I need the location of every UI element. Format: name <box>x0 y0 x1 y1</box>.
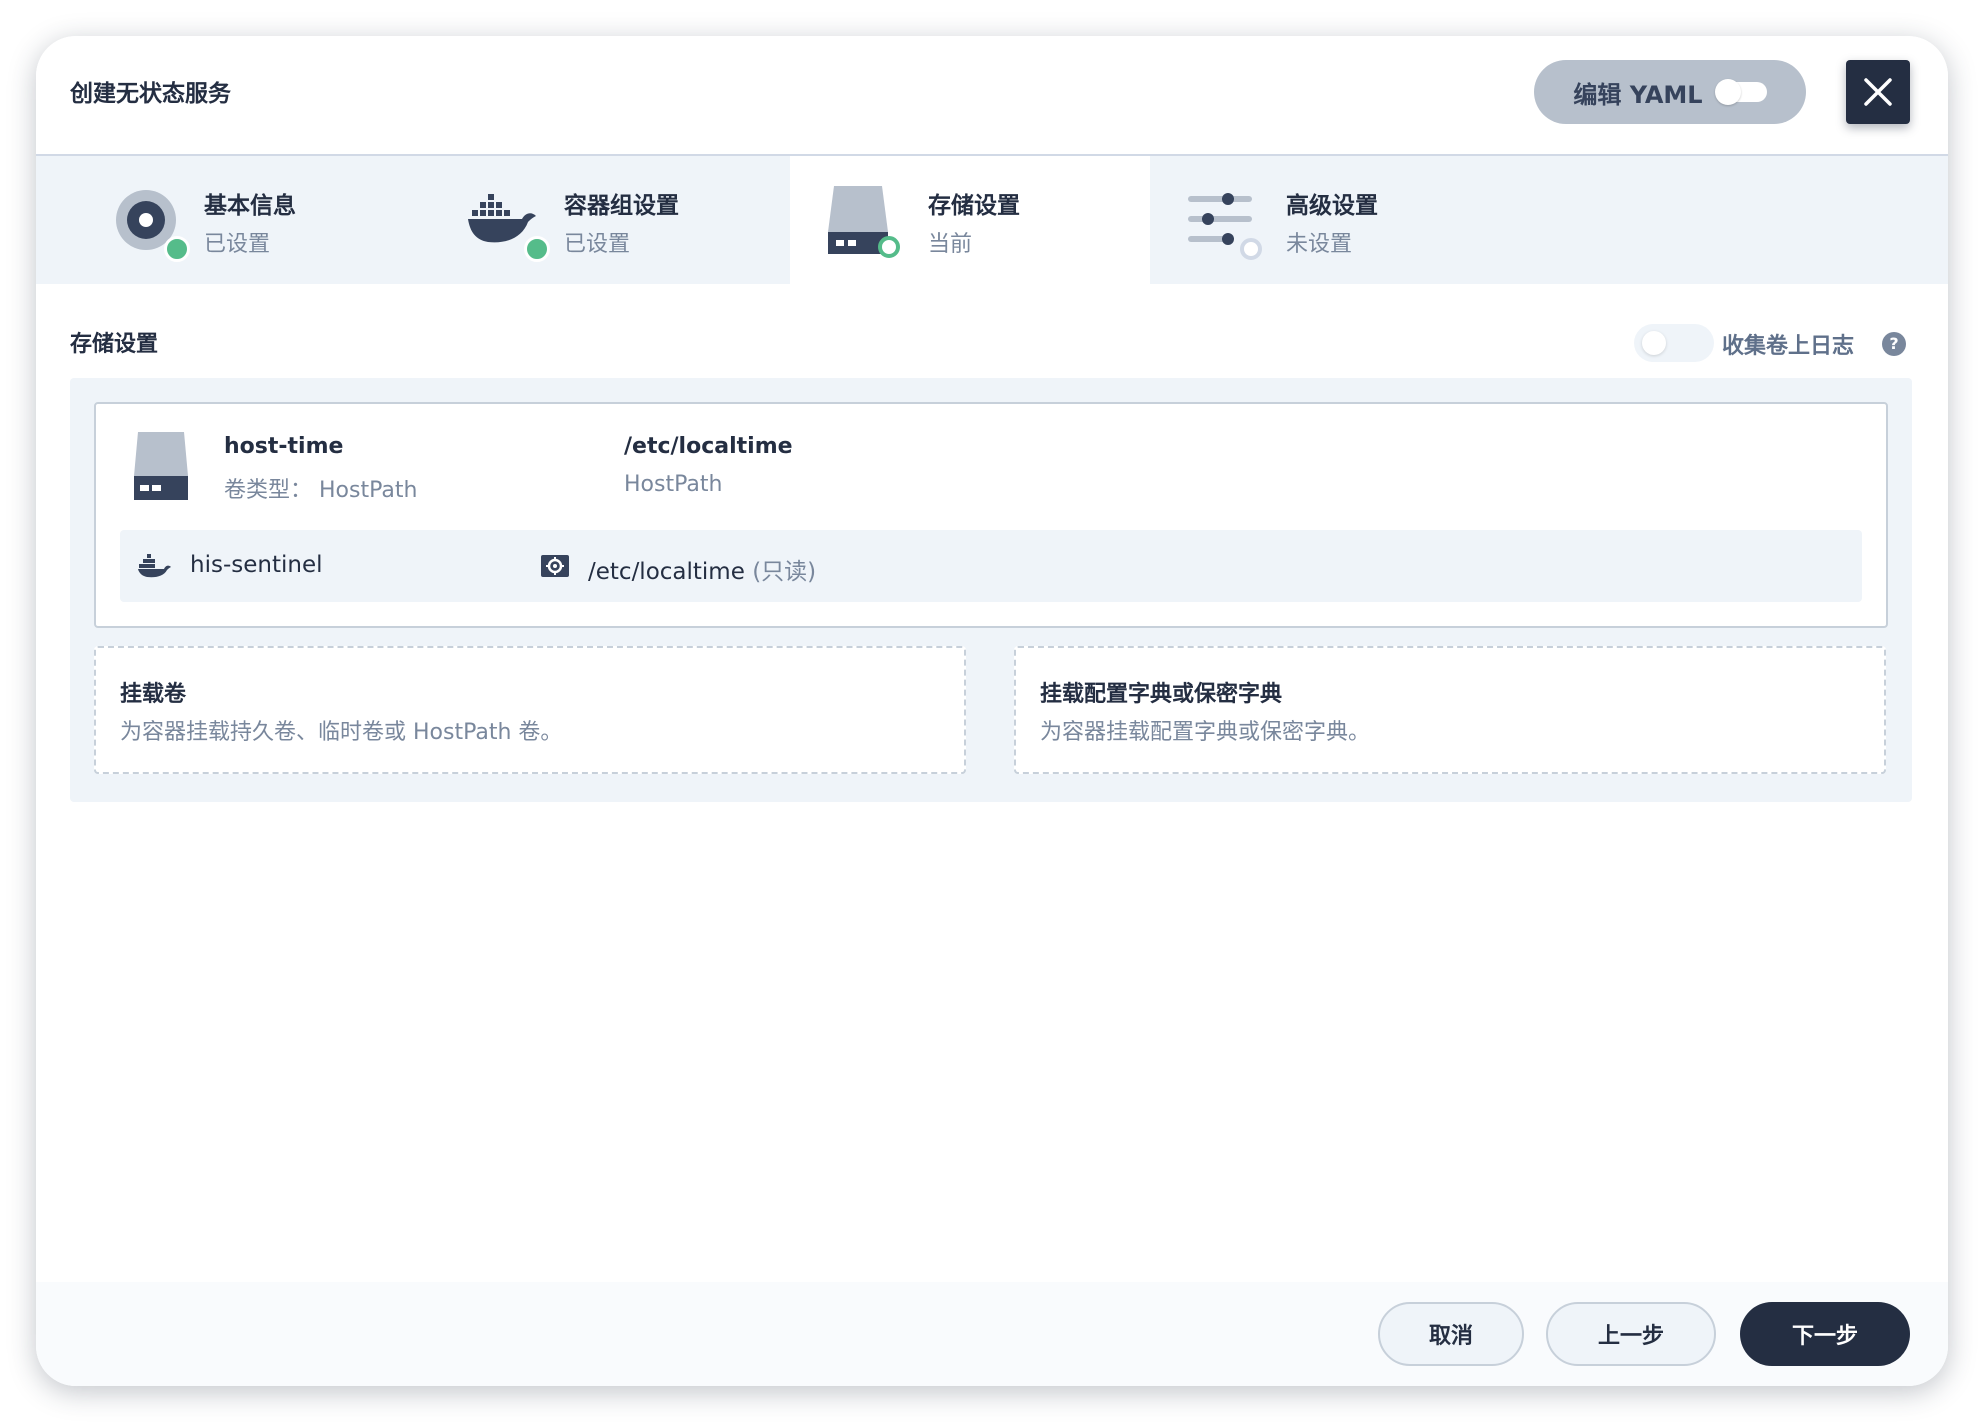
step-status: 当前 <box>928 232 973 257</box>
settings-box-icon <box>541 555 569 577</box>
step-status: 已设置 <box>564 232 631 257</box>
step-status: 已设置 <box>204 232 271 257</box>
modal-header: 创建无状态服务 编辑 YAML <box>36 36 1948 156</box>
mount-volume-card[interactable]: 挂载卷 为容器挂载持久卷、临时卷或 HostPath 卷。 <box>94 646 966 774</box>
step-done-dot <box>524 236 550 262</box>
mount-row: his-sentinel /etc/localtime (只读) <box>120 530 1862 602</box>
step-name: 基本信息 <box>204 193 296 219</box>
collect-logs-label: 收集卷上日志 <box>1722 334 1855 359</box>
yaml-switch-icon <box>1714 79 1767 105</box>
mount-container-name: his-sentinel <box>190 552 323 578</box>
volume-path: /etc/localtime <box>624 434 793 459</box>
create-service-modal: 创建无状态服务 编辑 YAML 基本信息 已设置 容器组设置 已设置 存储设置 … <box>36 36 1948 1386</box>
wizard-steps: 基本信息 已设置 容器组设置 已设置 存储设置 当前 高级设置 未设置 <box>36 156 1948 284</box>
edit-yaml-toggle-button[interactable]: 编辑 YAML <box>1534 60 1806 124</box>
mount-path: /etc/localtime (只读) <box>588 552 816 586</box>
step-advanced-settings[interactable]: 高级设置 未设置 <box>1150 156 1510 284</box>
mount-path-value: /etc/localtime <box>588 559 745 585</box>
mount-config-desc: 为容器挂载配置字典或保密字典。 <box>1040 720 1371 745</box>
mount-config-title: 挂载配置字典或保密字典 <box>1040 682 1283 707</box>
step-name: 容器组设置 <box>564 193 679 219</box>
step-name: 高级设置 <box>1286 193 1378 219</box>
modal-title: 创建无状态服务 <box>70 81 231 107</box>
step-todo-dot <box>1240 238 1262 260</box>
volumes-panel: host-time 卷类型： HostPath /etc/localtime H… <box>70 378 1912 802</box>
mount-volume-title: 挂载卷 <box>120 682 187 707</box>
mount-config-secret-card[interactable]: 挂载配置字典或保密字典 为容器挂载配置字典或保密字典。 <box>1014 646 1886 774</box>
step-basic-info[interactable]: 基本信息 已设置 <box>72 156 432 284</box>
step-status: 未设置 <box>1286 232 1353 257</box>
edit-yaml-label: 编辑 YAML <box>1573 80 1703 109</box>
step-current-dot <box>878 236 900 258</box>
close-button[interactable] <box>1846 60 1910 124</box>
modal-footer: 取消 上一步 下一步 <box>36 1282 1948 1386</box>
section-title: 存储设置 <box>70 332 159 357</box>
next-button[interactable]: 下一步 <box>1740 1302 1910 1366</box>
docker-icon <box>138 554 171 578</box>
step-pod-settings[interactable]: 容器组设置 已设置 <box>432 156 792 284</box>
cancel-button[interactable]: 取消 <box>1378 1302 1524 1366</box>
mount-volume-desc: 为容器挂载持久卷、临时卷或 HostPath 卷。 <box>120 720 563 745</box>
volume-card[interactable]: host-time 卷类型： HostPath /etc/localtime H… <box>94 402 1888 628</box>
storage-icon <box>134 432 188 500</box>
step-done-dot <box>164 236 190 262</box>
step-storage-settings[interactable]: 存储设置 当前 <box>790 156 1150 284</box>
volume-path-type: HostPath <box>624 472 723 497</box>
volume-name: host-time <box>224 434 344 459</box>
collect-logs-toggle[interactable] <box>1634 324 1714 362</box>
previous-button[interactable]: 上一步 <box>1546 1302 1716 1366</box>
help-icon[interactable]: ? <box>1882 332 1906 356</box>
step-name: 存储设置 <box>928 193 1020 219</box>
mount-mode: (只读) <box>752 559 817 585</box>
close-icon <box>1864 78 1892 106</box>
volume-type: 卷类型： HostPath <box>224 478 418 503</box>
